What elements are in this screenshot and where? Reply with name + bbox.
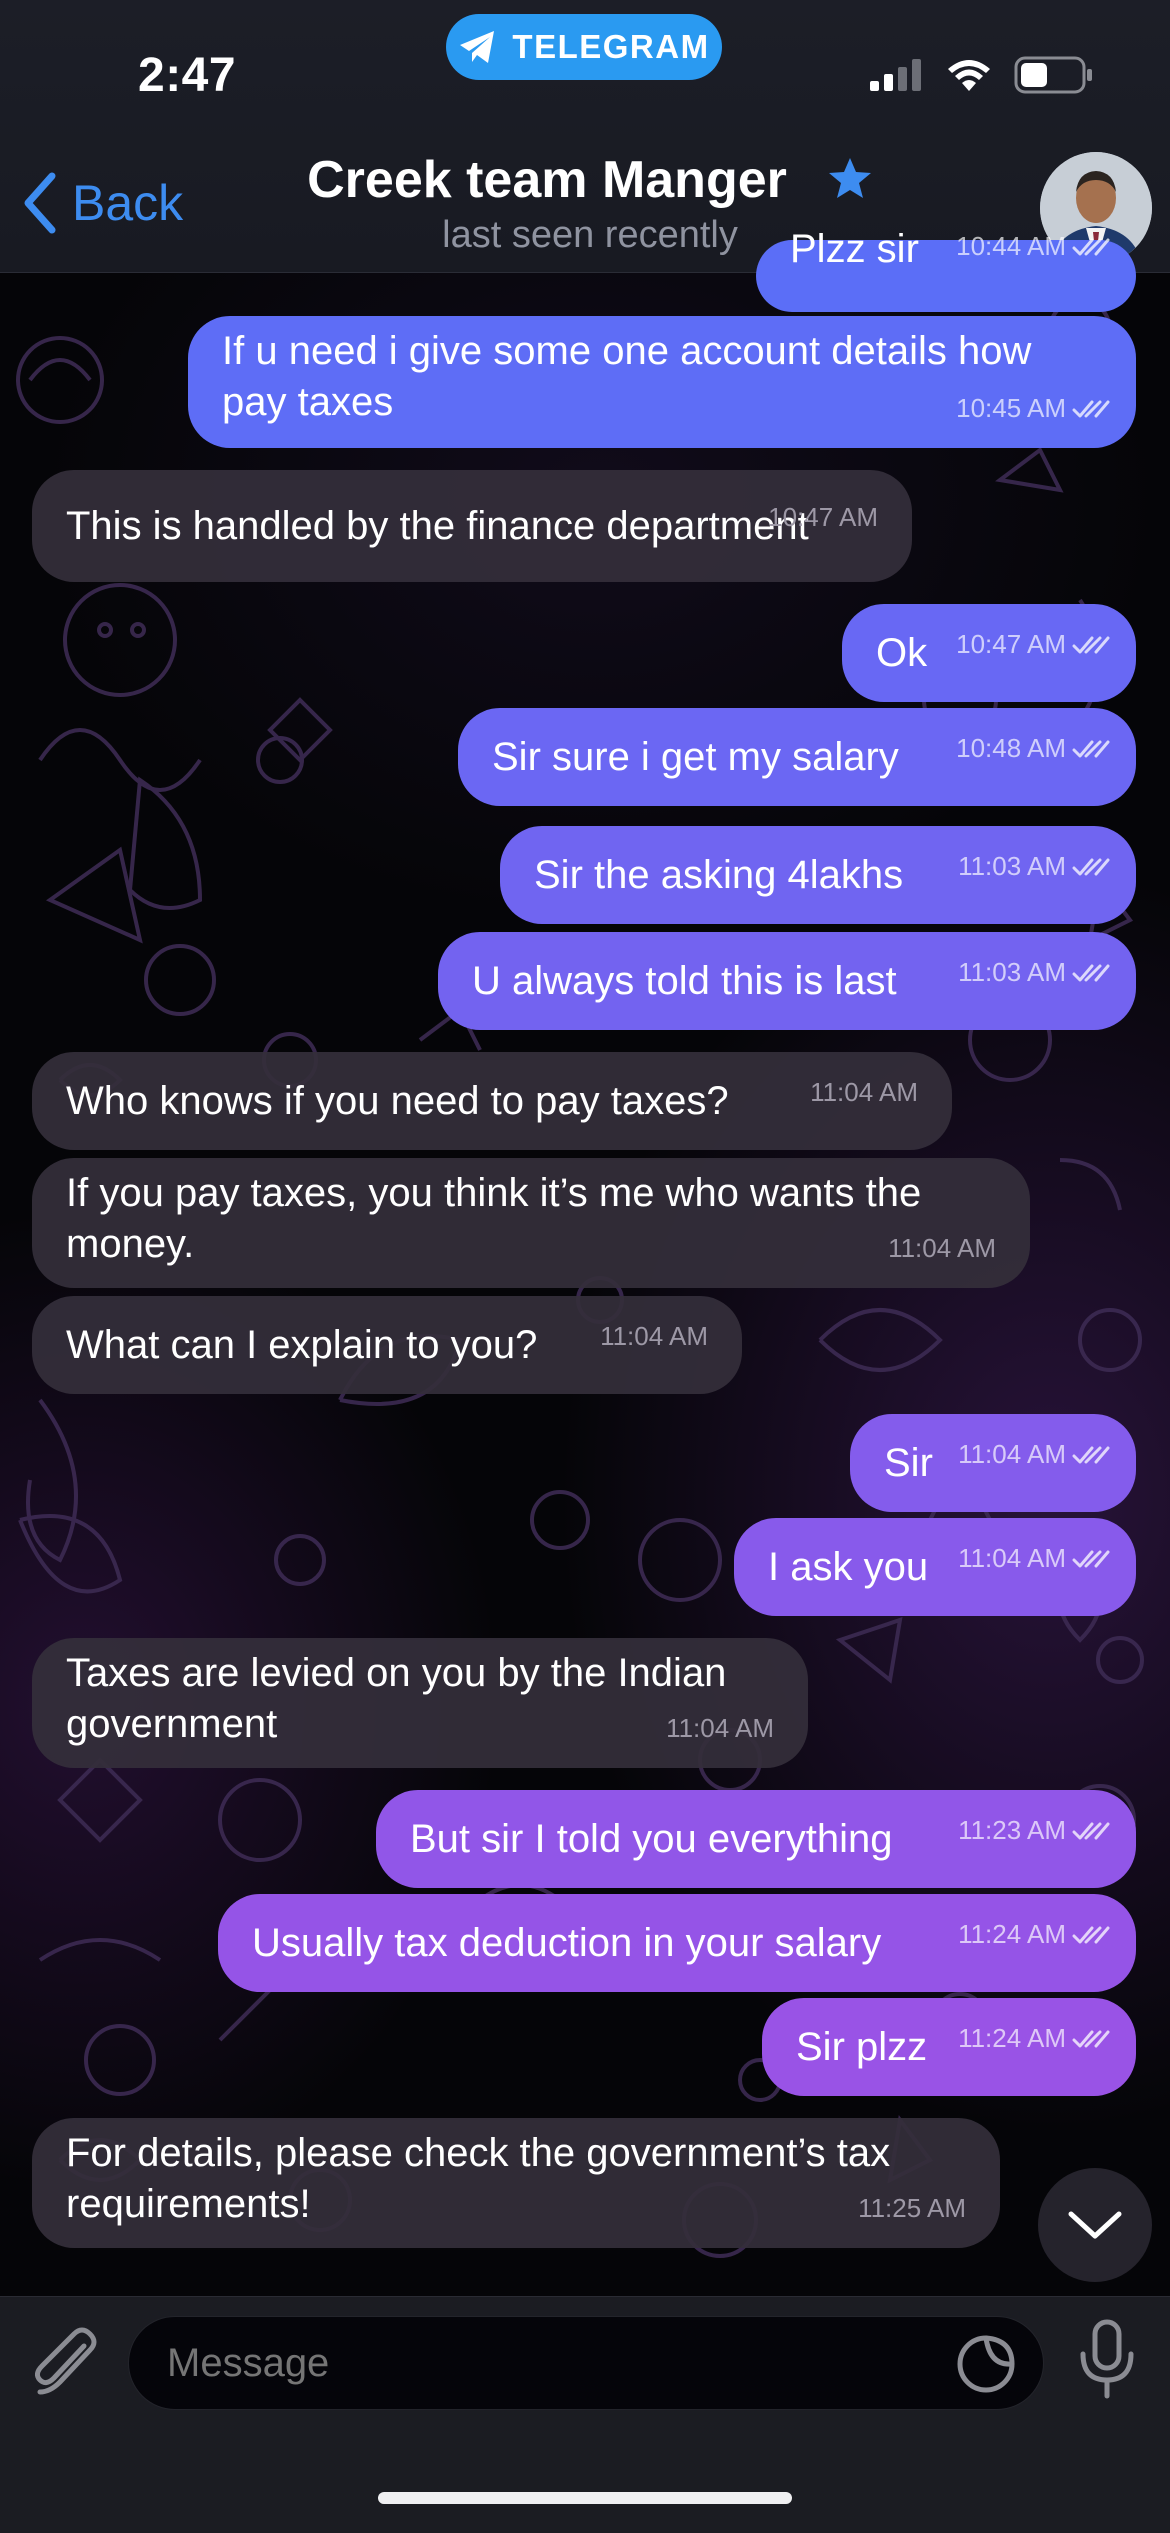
outgoing-message[interactable]: U always told this is last 11:03 AM — [438, 932, 1136, 1030]
message-time-text: 11:25 AM — [858, 2193, 966, 2223]
read-receipt-icon — [1072, 2030, 1110, 2048]
outgoing-message[interactable]: Usually tax deduction in your salary 11:2… — [218, 1894, 1136, 1992]
message-time: 11:04 AM — [958, 1533, 1110, 1584]
outgoing-message[interactable]: Sir plzz 11:24 AM — [762, 1998, 1136, 2096]
incoming-message[interactable]: For details, please check the government… — [32, 2118, 1000, 2248]
message-time: 11:04 AM — [600, 1311, 708, 1362]
read-receipt-icon — [1072, 1822, 1110, 1840]
chevron-left-icon — [24, 172, 56, 234]
message-time: 10:48 AM — [956, 723, 1110, 774]
read-receipt-icon — [1072, 964, 1110, 982]
back-label: Back — [72, 175, 184, 231]
telegram-pill[interactable]: TELEGRAM — [446, 14, 722, 80]
outgoing-message[interactable]: Sir the asking 4lakhs 11:03 AM — [500, 826, 1136, 924]
message-text: Who knows if you need to pay taxes? — [66, 1078, 729, 1123]
status-icons — [868, 56, 1094, 94]
message-time: 11:24 AM — [958, 2013, 1110, 2064]
message-time: 11:23 AM — [958, 1805, 1110, 1856]
message-text: Sir plzz — [796, 2024, 928, 2069]
microphone-icon[interactable] — [1078, 2318, 1136, 2402]
message-text: But sir I told you everything — [410, 1816, 893, 1861]
message-time: 10:44 AM — [956, 221, 1110, 272]
message-time-text: 11:03 AM — [958, 957, 1066, 987]
message-time: 11:03 AM — [958, 841, 1110, 892]
message-time-text: 11:04 AM — [888, 1233, 996, 1263]
message-time-text: 11:24 AM — [958, 2023, 1066, 2053]
read-receipt-icon — [1072, 1446, 1110, 1464]
message-time: 11:24 AM — [958, 1909, 1110, 1960]
signal-icon — [870, 59, 921, 91]
home-indicator — [378, 2492, 792, 2504]
telegram-plane-icon — [460, 31, 495, 63]
message-text: U always told this is last — [472, 958, 897, 1003]
outgoing-message[interactable]: Sir sure i get my salary 10:48 AM — [458, 708, 1136, 806]
message-text: Usually tax deduction in your salary — [252, 1920, 882, 1965]
chat-title: Creek team Manger — [307, 151, 787, 209]
scroll-down-button[interactable] — [1038, 2168, 1152, 2282]
sticker-icon[interactable] — [956, 2334, 1016, 2394]
incoming-message[interactable]: This is handled by the finance departmen… — [32, 470, 912, 582]
message-time: 11:04 AM — [666, 1703, 774, 1754]
message-time-text: 11:04 AM — [600, 1321, 708, 1351]
message-time: 11:03 AM — [958, 947, 1110, 998]
message-time-text: 10:47 AM — [768, 502, 878, 532]
back-button[interactable]: Back — [20, 170, 183, 236]
message-text: Ok — [876, 630, 928, 675]
star-icon — [828, 158, 871, 198]
message-time-text: 10:47 AM — [956, 629, 1066, 659]
telegram-pill-label: TELEGRAM — [512, 28, 710, 65]
status-time: 2:47 — [138, 49, 237, 102]
incoming-message[interactable]: What can I explain to you? 11:04 AM — [32, 1296, 742, 1394]
message-time: 11:25 AM — [858, 2183, 966, 2234]
read-receipt-icon — [1072, 858, 1110, 876]
message-time: 10:47 AM — [768, 492, 878, 543]
message-time: 11:04 AM — [888, 1223, 996, 1274]
outgoing-message[interactable]: Plzz sir 10:44 AM — [756, 227, 1136, 312]
message-text: What can I explain to you? — [66, 1322, 538, 1367]
incoming-message[interactable]: If you pay taxes, you think it’s me who … — [32, 1158, 1030, 1288]
message-text: If you pay taxes, you think it’s me who … — [66, 1171, 922, 1266]
message-time-text: 10:45 AM — [956, 393, 1066, 423]
outgoing-message[interactable]: Sir 11:04 AM — [850, 1414, 1136, 1512]
outgoing-message[interactable]: Ok 10:47 AM — [842, 604, 1136, 702]
chevron-down-icon — [1068, 2211, 1122, 2239]
message-time-text: 11:04 AM — [958, 1543, 1066, 1573]
read-receipt-icon — [1072, 238, 1110, 256]
message-text: Taxes are levied on you by the Indian go… — [66, 1651, 727, 1746]
message-time-text: 11:04 AM — [958, 1439, 1066, 1469]
read-receipt-icon — [1072, 1926, 1110, 1944]
message-text: I ask you — [768, 1544, 929, 1589]
message-time-text: 11:23 AM — [958, 1815, 1066, 1845]
message-time-text: 10:48 AM — [956, 733, 1066, 763]
message-text: Sir sure i get my salary — [492, 734, 899, 779]
message-time-text: 10:44 AM — [956, 231, 1066, 261]
message-text: For details, please check the government… — [66, 2131, 891, 2226]
outgoing-message[interactable]: I ask you 11:04 AM — [734, 1518, 1136, 1616]
read-receipt-icon — [1072, 1550, 1110, 1568]
message-text: Sir — [884, 1440, 933, 1485]
wifi-icon — [948, 60, 990, 91]
incoming-message[interactable]: Taxes are levied on you by the Indian go… — [32, 1638, 808, 1768]
message-text: If u need i give some one account detail… — [222, 329, 1032, 424]
message-time-text: 11:04 AM — [810, 1077, 918, 1107]
message-time-text: 11:24 AM — [958, 1919, 1066, 1949]
paperclip-icon[interactable] — [28, 2322, 104, 2402]
message-time-text: 11:04 AM — [666, 1713, 774, 1743]
message-text: This is handled by the finance departmen… — [66, 503, 809, 548]
battery-icon — [1014, 56, 1092, 94]
read-receipt-icon — [1072, 740, 1110, 758]
incoming-message[interactable]: Who knows if you need to pay taxes? 11:04… — [32, 1052, 952, 1150]
read-receipt-icon — [1072, 400, 1110, 418]
message-time: 11:04 AM — [958, 1429, 1110, 1480]
outgoing-message[interactable]: But sir I told you everything 11:23 AM — [376, 1790, 1136, 1888]
message-time-text: 11:03 AM — [958, 851, 1066, 881]
message-time: 10:47 AM — [956, 619, 1110, 670]
outgoing-message[interactable]: If u need i give some one account detail… — [188, 316, 1136, 448]
read-receipt-icon — [1072, 636, 1110, 654]
message-text: Plzz sir — [790, 227, 919, 271]
message-time: 11:04 AM — [810, 1067, 918, 1118]
message-input[interactable] — [128, 2316, 1044, 2410]
message-time: 10:45 AM — [956, 383, 1110, 434]
message-text: Sir the asking 4lakhs — [534, 852, 904, 897]
